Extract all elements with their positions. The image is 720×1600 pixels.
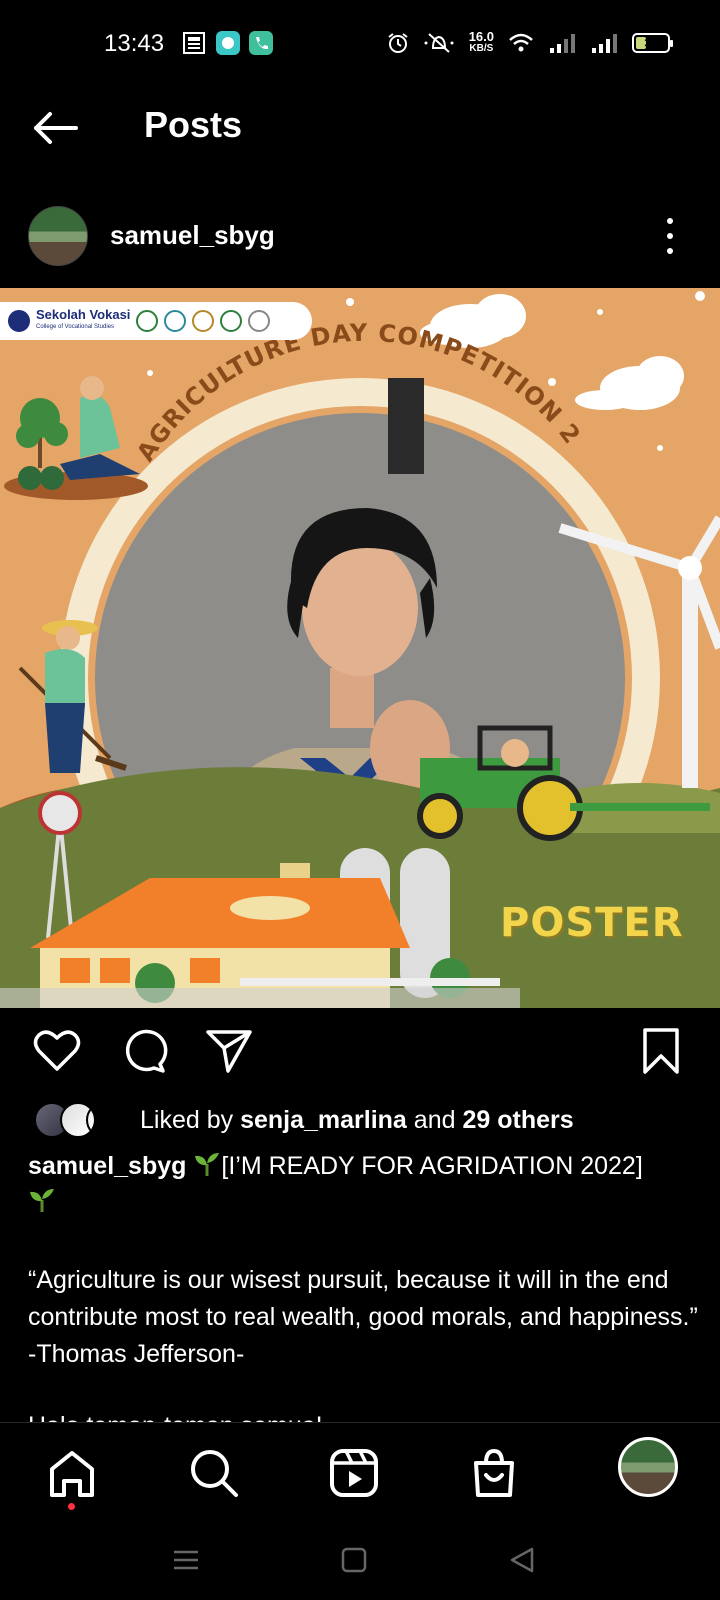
battery-indicator: 34 (632, 33, 673, 53)
mute-icon (424, 33, 454, 53)
likes-text: Liked by senja_marlina and 29 others (140, 1106, 574, 1135)
university-logo (8, 310, 30, 332)
institution-title: Sekolah Vokasi (36, 307, 131, 322)
status-bar: 13:43 16.0 KB/S 34 (0, 0, 720, 90)
signal-icon-1 (550, 34, 575, 53)
poster-label: POSTER (500, 900, 684, 946)
profile-avatar[interactable] (618, 1437, 678, 1497)
post-image[interactable]: AGRICULTURE DAY COMPETITION 2022 (0, 288, 720, 1008)
liker-avatars (34, 1102, 130, 1138)
caption-username[interactable]: samuel_sbyg (28, 1152, 186, 1180)
system-navigation (0, 1522, 720, 1600)
send-icon[interactable] (204, 1026, 254, 1076)
menu-icon[interactable] (170, 1544, 202, 1576)
bottom-navigation (0, 1422, 720, 1522)
signal-icon-2 (592, 34, 617, 53)
liker-avatar (86, 1102, 122, 1138)
caption-quote: “Agriculture is our wisest pursuit, beca… (28, 1266, 698, 1368)
post-header: samuel_sbyg (0, 196, 720, 276)
alarm-icon (388, 33, 408, 53)
home-square-icon[interactable] (338, 1544, 370, 1576)
likes-prefix: Liked by (140, 1105, 234, 1134)
post-actions (0, 1010, 720, 1090)
likes-and: and (413, 1105, 456, 1134)
news-notification-icon (183, 32, 205, 54)
network-speed-unit: KB/S (469, 43, 494, 54)
back-triangle-icon[interactable] (506, 1544, 538, 1576)
arrow-left-icon[interactable] (28, 106, 84, 150)
notification-dot (68, 1503, 75, 1510)
seedling-icon (30, 1189, 54, 1212)
home-icon[interactable] (44, 1445, 100, 1501)
author-username[interactable]: samuel_sbyg (110, 220, 275, 251)
partner-logo-2 (164, 310, 187, 332)
reels-icon[interactable] (326, 1445, 382, 1501)
caption: samuel_sbyg [I’M READY FOR AGRIDATION 20… (28, 1148, 700, 1220)
partner-logo-5 (248, 310, 271, 332)
battery-percent: 34 (644, 36, 658, 50)
institution-logos: Sekolah Vokasi College of Vocational Stu… (0, 302, 312, 340)
more-vertical-icon[interactable] (660, 214, 680, 258)
phone-app-icon (249, 31, 273, 55)
wifi-icon (509, 33, 533, 52)
partner-logo-1 (136, 310, 159, 332)
partner-logo-4 (220, 310, 243, 332)
chat-app-icon (216, 31, 240, 55)
likes-row[interactable]: Liked by senja_marlina and 29 others (34, 1100, 714, 1140)
institution-subtitle: College of Vocational Studies (36, 324, 115, 330)
likes-others[interactable]: 29 others (462, 1106, 573, 1134)
network-speed: 16.0 KB/S (468, 29, 494, 55)
search-icon[interactable] (186, 1445, 242, 1501)
institution-name: Sekolah Vokasi College of Vocational Stu… (36, 307, 131, 333)
caption-cutoff: Halo teman-teman semua! (28, 1408, 700, 1422)
status-time: 13:43 (104, 30, 165, 57)
partner-logo-3 (192, 310, 215, 332)
network-speed-value: 16.0 (468, 29, 494, 44)
caption-text: [I’M READY FOR AGRIDATION 2022] (221, 1152, 643, 1180)
comment-icon[interactable] (118, 1026, 168, 1076)
author-avatar[interactable] (28, 206, 88, 266)
bookmark-icon[interactable] (636, 1026, 686, 1076)
shop-icon[interactable] (466, 1445, 522, 1501)
top-header: Posts (0, 90, 720, 170)
page-title: Posts (144, 104, 243, 145)
status-right: 16.0 KB/S 34 (387, 29, 673, 57)
likes-user[interactable]: senja_marlina (240, 1106, 407, 1134)
seedling-icon (195, 1153, 220, 1176)
heart-icon[interactable] (32, 1026, 82, 1076)
